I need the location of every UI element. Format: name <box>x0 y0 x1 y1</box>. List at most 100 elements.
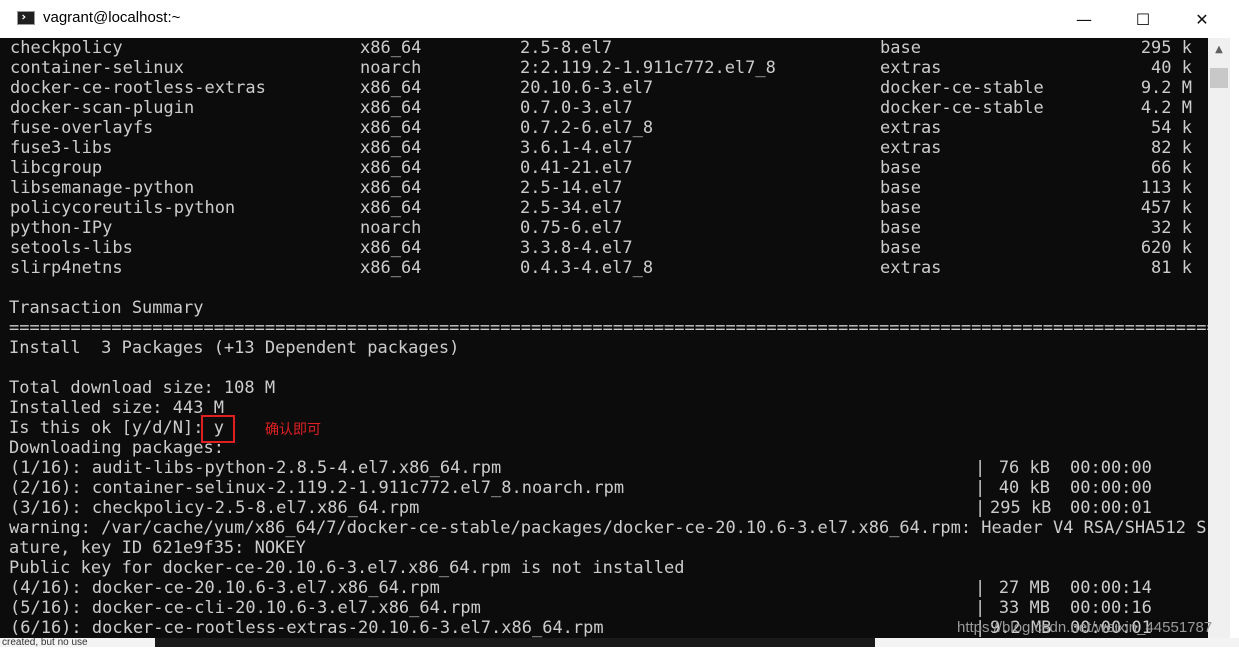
package-arch: x86_64 <box>360 258 422 278</box>
package-name: docker-scan-plugin <box>10 98 195 118</box>
download-size: 295 kB <box>990 498 1052 518</box>
package-version: 2.5-34.el7 <box>520 198 623 218</box>
package-size: 4.2 M <box>1140 98 1192 118</box>
package-version: 3.3.8-4.el7 <box>520 238 633 258</box>
package-arch: x86_64 <box>360 238 422 258</box>
package-size: 457 k <box>1140 198 1192 218</box>
answer-highlight-box <box>201 415 235 443</box>
window-border <box>1230 38 1239 647</box>
minimize-button[interactable]: — <box>1054 0 1114 38</box>
download-separator: | <box>975 498 986 518</box>
package-version: 3.6.1-4.el7 <box>520 138 633 158</box>
download-separator: | <box>975 478 986 498</box>
package-name: policycoreutils-python <box>10 198 236 218</box>
download-size: 27 MB <box>998 578 1050 598</box>
package-version: 0.4.3-4.el7_8 <box>520 258 654 278</box>
package-version: 2:2.119.2-1.911c772.el7_8 <box>520 58 776 78</box>
package-name: docker-ce-rootless-extras <box>10 78 266 98</box>
downloading-line: Downloading packages: <box>9 438 224 458</box>
warning-line: ature, key ID 621e9f35: NOKEY <box>9 538 306 558</box>
package-repo: docker-ce-stable <box>880 78 1044 98</box>
package-name: fuse-overlayfs <box>10 118 154 138</box>
download-row: (4/16): docker-ce-20.10.6-3.el7.x86_64.r… <box>0 578 1208 598</box>
package-name: libsemanage-python <box>10 178 195 198</box>
download-file: (6/16): docker-ce-rootless-extras-20.10.… <box>10 618 604 638</box>
package-name: slirp4netns <box>10 258 123 278</box>
download-size: 40 kB <box>998 478 1050 498</box>
package-version: 0.7.2-6.el7_8 <box>520 118 654 138</box>
package-name: container-selinux <box>10 58 184 78</box>
download-file: (4/16): docker-ce-20.10.6-3.el7.x86_64.r… <box>10 578 440 598</box>
package-arch: noarch <box>360 218 422 238</box>
package-arch: x86_64 <box>360 198 422 218</box>
download-row: (1/16): audit-libs-python-2.8.5-4.el7.x8… <box>0 458 1208 478</box>
close-button[interactable]: ✕ <box>1172 0 1232 38</box>
package-size: 40 k <box>1151 58 1192 78</box>
package-name: fuse3-libs <box>10 138 113 158</box>
summary-heading: Transaction Summary <box>9 298 204 318</box>
package-repo: extras <box>880 118 942 138</box>
confirm-prompt: Is this ok [y/d/N]: <box>9 418 214 438</box>
package-version: 0.41-21.el7 <box>520 158 633 178</box>
package-repo: extras <box>880 58 942 78</box>
download-time: 00:00:16 <box>1070 598 1152 618</box>
window-title: vagrant@localhost:~ <box>43 9 181 26</box>
package-size: 82 k <box>1151 138 1192 158</box>
package-version: 2.5-14.el7 <box>520 178 623 198</box>
maximize-button[interactable]: ☐ <box>1113 0 1173 38</box>
download-row: (5/16): docker-ce-cli-20.10.6-3.el7.x86_… <box>0 598 1208 618</box>
terminal-output[interactable]: checkpolicy x86_64 2.5-8.el7 base 295 k conta… <box>0 38 1208 638</box>
package-repo: base <box>880 198 921 218</box>
confirm-annotation: 确认即可 <box>265 422 321 438</box>
total-download-line: Total download size: 108 M <box>9 378 276 398</box>
package-size: 295 k <box>1140 38 1192 58</box>
download-row: (3/16): checkpolicy-2.5-8.el7.x86_64.rpm… <box>0 498 1208 518</box>
package-version: 0.75-6.el7 <box>520 218 623 238</box>
package-arch: x86_64 <box>360 178 422 198</box>
background-window-fragment <box>155 638 875 647</box>
scroll-up-arrow-icon[interactable]: ▲ <box>1208 38 1230 60</box>
watermark-text: https://blog.csdn.net/weixin_44551787 <box>957 619 1213 636</box>
download-time: 00:00:00 <box>1070 458 1152 478</box>
title-bar: vagrant@localhost:~ — ☐ ✕ <box>0 0 1239 39</box>
download-time: 00:00:01 <box>1070 498 1152 518</box>
package-arch: x86_64 <box>360 118 422 138</box>
download-time: 00:00:14 <box>1070 578 1152 598</box>
package-size: 66 k <box>1151 158 1192 178</box>
installed-size-line: Installed size: 443 M <box>9 398 224 418</box>
download-separator: | <box>975 578 986 598</box>
package-repo: base <box>880 158 921 178</box>
download-time: 00:00:00 <box>1070 478 1152 498</box>
package-size: 81 k <box>1151 258 1192 278</box>
terminal-app-icon <box>17 11 35 25</box>
package-repo: base <box>880 38 921 58</box>
package-version: 2.5-8.el7 <box>520 38 613 58</box>
download-file: (3/16): checkpolicy-2.5-8.el7.x86_64.rpm <box>10 498 420 518</box>
package-repo: extras <box>880 138 942 158</box>
package-name: setools-libs <box>10 238 133 258</box>
warning-line: Public key for docker-ce-20.10.6-3.el7.x… <box>9 558 685 578</box>
package-name: checkpolicy <box>10 38 123 58</box>
download-separator: | <box>975 458 986 478</box>
download-separator: | <box>975 598 986 618</box>
download-size: 76 kB <box>998 458 1050 478</box>
download-file: (2/16): container-selinux-2.119.2-1.911c… <box>10 478 625 498</box>
package-repo: docker-ce-stable <box>880 98 1044 118</box>
package-arch: x86_64 <box>360 158 422 178</box>
download-row: (2/16): container-selinux-2.119.2-1.911c… <box>0 478 1208 498</box>
package-name: libcgroup <box>10 158 103 178</box>
separator-line: ========================================… <box>9 318 1208 338</box>
package-arch: x86_64 <box>360 98 422 118</box>
package-arch: noarch <box>360 58 422 78</box>
package-version: 0.7.0-3.el7 <box>520 98 633 118</box>
download-file: (5/16): docker-ce-cli-20.10.6-3.el7.x86_… <box>10 598 481 618</box>
package-arch: x86_64 <box>360 138 422 158</box>
download-size: 33 MB <box>998 598 1050 618</box>
warning-line: warning: /var/cache/yum/x86_64/7/docker-… <box>9 518 1208 538</box>
package-repo: base <box>880 218 921 238</box>
scroll-thumb[interactable] <box>1210 68 1228 88</box>
install-line: Install 3 Packages (+13 Dependent packag… <box>9 338 460 358</box>
vertical-scrollbar[interactable]: ▲ <box>1208 38 1230 638</box>
package-arch: x86_64 <box>360 78 422 98</box>
package-size: 620 k <box>1140 238 1192 258</box>
